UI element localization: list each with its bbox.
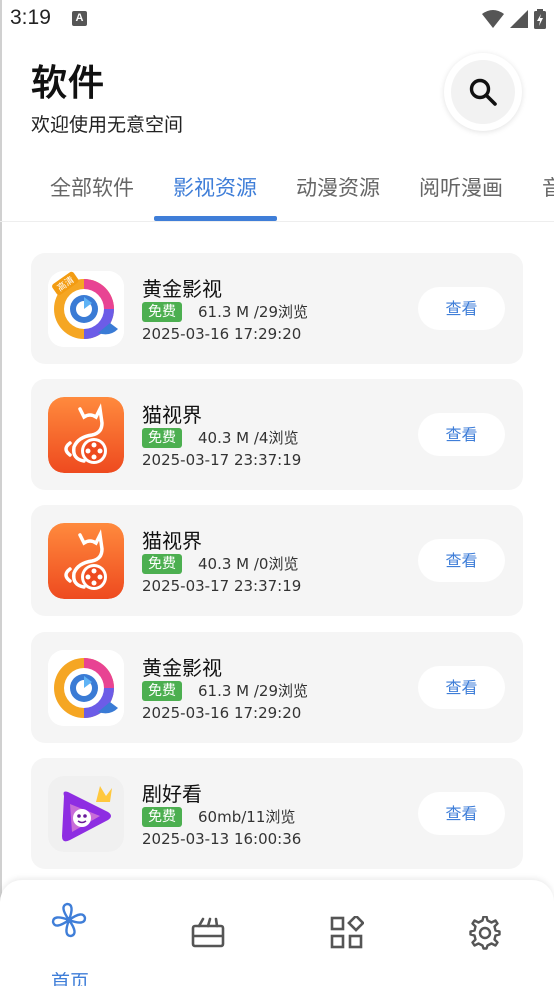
list-item[interactable]: 高清 黄金影视 免费 61.3 M /29浏览 2025-03-16 17:29… xyxy=(31,253,523,364)
status-icons xyxy=(482,8,546,30)
golden-video-icon: 高清 xyxy=(48,271,124,347)
battery-icon xyxy=(534,9,546,29)
golden-video-icon xyxy=(48,650,124,726)
list-item[interactable]: 猫视界 免费 40.3 M /4浏览 2025-03-17 23:37:19 查… xyxy=(31,379,523,490)
tab-music[interactable]: 音 xyxy=(542,172,554,202)
search-icon xyxy=(469,78,497,106)
free-badge: 免费 xyxy=(142,428,182,448)
view-button[interactable]: 查看 xyxy=(418,413,505,456)
app-size-views: 61.3 M /29浏览 xyxy=(198,303,309,321)
tab-film-resources[interactable]: 影视资源 xyxy=(173,172,257,202)
category-tabs: 全部软件 影视资源 动漫资源 阅听漫画 音 xyxy=(0,160,554,222)
search-button[interactable] xyxy=(444,53,522,131)
tab-reading-comics[interactable]: 阅听漫画 xyxy=(419,172,503,202)
nav-videos[interactable] xyxy=(167,900,247,980)
status-bar: 3:19 A xyxy=(0,0,554,38)
free-badge: 免费 xyxy=(142,681,182,701)
app-name: 猫视界 xyxy=(142,403,202,427)
app-name: 黄金影视 xyxy=(142,656,222,680)
nav-home-label: 首页 xyxy=(51,971,90,986)
app-date: 2025-03-16 17:29:20 xyxy=(142,325,302,343)
app-name: 猫视界 xyxy=(142,529,202,553)
nav-apps[interactable] xyxy=(306,900,386,980)
list-item[interactable]: 黄金影视 免费 61.3 M /29浏览 2025-03-16 17:29:20… xyxy=(31,632,523,743)
wifi-icon xyxy=(482,10,504,28)
tab-anime-resources[interactable]: 动漫资源 xyxy=(296,172,380,202)
view-button[interactable]: 查看 xyxy=(418,539,505,582)
bottom-nav: 首页 xyxy=(0,880,554,986)
gear-icon xyxy=(469,916,501,950)
free-badge: 免费 xyxy=(142,554,182,574)
active-tab-indicator xyxy=(154,216,277,221)
signal-icon xyxy=(510,10,528,28)
app-date: 2025-03-13 16:00:36 xyxy=(142,830,302,848)
tv-box-icon xyxy=(191,917,225,948)
page-subtitle: 欢迎使用无意空间 xyxy=(31,114,184,136)
window-edge xyxy=(0,0,2,986)
status-time: 3:19 xyxy=(10,6,51,29)
app-size-views: 60mb/11浏览 xyxy=(198,808,296,826)
app-size-views: 40.3 M /0浏览 xyxy=(198,555,299,573)
list-item[interactable]: 猫视界 免费 40.3 M /0浏览 2025-03-17 23:37:19 查… xyxy=(31,505,523,616)
app-name: 剧好看 xyxy=(142,782,202,806)
view-button[interactable]: 查看 xyxy=(418,287,505,330)
notification-a-icon: A xyxy=(72,11,87,26)
app-size-views: 61.3 M /29浏览 xyxy=(198,682,309,700)
view-button[interactable]: 查看 xyxy=(418,792,505,835)
cat-view-icon xyxy=(48,397,124,473)
nav-settings[interactable] xyxy=(444,900,524,980)
app-date: 2025-03-17 23:37:19 xyxy=(142,577,302,595)
app-size-views: 40.3 M /4浏览 xyxy=(198,429,299,447)
nav-home[interactable]: 首页 xyxy=(29,900,109,986)
app-name: 黄金影视 xyxy=(142,277,222,301)
view-button[interactable]: 查看 xyxy=(418,666,505,709)
app-date: 2025-03-16 17:29:20 xyxy=(142,704,302,722)
cat-view-icon xyxy=(48,523,124,599)
free-badge: 免费 xyxy=(142,807,182,827)
list-item[interactable]: 剧好看 免费 60mb/11浏览 2025-03-13 16:00:36 查看 xyxy=(31,758,523,869)
tab-all-software[interactable]: 全部软件 xyxy=(50,172,134,202)
free-badge: 免费 xyxy=(142,302,182,322)
app-date: 2025-03-17 23:37:19 xyxy=(142,451,302,469)
page-title: 软件 xyxy=(31,63,106,104)
pinwheel-icon xyxy=(51,902,87,938)
apps-grid-icon xyxy=(330,916,364,949)
drama-play-icon xyxy=(48,776,124,852)
